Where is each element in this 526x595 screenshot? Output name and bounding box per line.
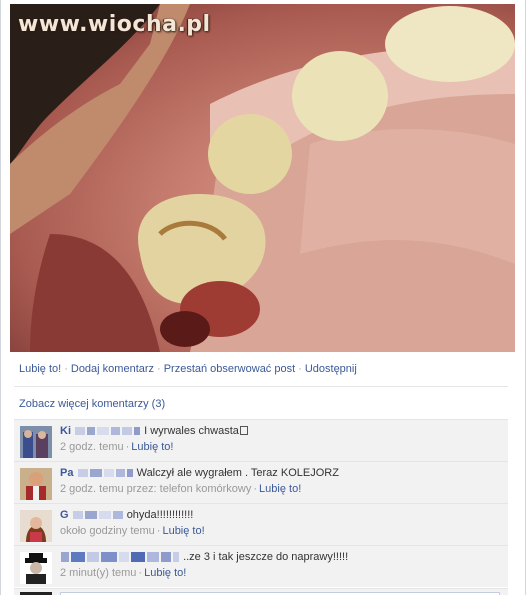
comment-author[interactable]: Ki — [60, 425, 71, 437]
avatar-photo-icon — [20, 552, 52, 584]
comment-like-link[interactable]: Lubię to! — [162, 525, 204, 537]
redaction-pixels — [161, 552, 171, 563]
comment-text: ohyda!!!!!!!!!!!! — [126, 509, 194, 521]
redaction-pixels — [122, 427, 133, 436]
comment-author[interactable]: Pa — [60, 467, 73, 479]
comment-item: G ohyda!!!!!!!!!!!! około godziny temu · L… — [14, 503, 508, 545]
redaction-pixels — [75, 427, 86, 436]
comment-like-link[interactable]: Lubię to! — [131, 441, 173, 453]
avatar-photo-icon — [20, 510, 52, 542]
avatar[interactable] — [20, 426, 52, 458]
separator: · — [125, 441, 130, 453]
comment-meta: 2 godz. temu przez: telefon komórkowy · Lu… — [60, 483, 301, 495]
unfollow-post-link[interactable]: Przestań obserwować post — [164, 363, 295, 375]
share-link[interactable]: Udostępnij — [305, 363, 357, 375]
comment-like-link[interactable]: Lubię to! — [144, 567, 186, 579]
emoji-box-icon — [239, 426, 248, 435]
avatar-photo-icon — [20, 426, 52, 458]
comment-time[interactable]: około godziny temu — [60, 525, 155, 537]
redaction-pixels — [134, 427, 141, 436]
redaction-pixels — [131, 552, 145, 563]
photo-illustration — [10, 4, 515, 352]
redaction-pixels — [87, 427, 96, 436]
comment-item: ..ze 3 i tak jeszcze do naprawy!!!!! 2 m… — [14, 545, 508, 587]
comment-header: Ki I wyrwales chwasta — [60, 425, 248, 437]
comment-header: ..ze 3 i tak jeszcze do naprawy!!!!! — [60, 551, 348, 563]
add-comment-link[interactable]: Dodaj komentarz — [71, 363, 154, 375]
post-photo[interactable]: www.wiocha.pl — [10, 4, 515, 352]
redaction-pixels — [103, 469, 114, 478]
comment-item: Pa Walczył ale wygrałem . Teraz KOLEJORZ… — [14, 461, 508, 503]
separator: · — [253, 483, 258, 495]
redaction-pixels — [71, 552, 85, 563]
redaction-pixels — [87, 552, 99, 563]
redaction-pixels — [126, 469, 133, 478]
comment-time[interactable]: 2 godz. temu przez: telefon komórkowy — [60, 483, 251, 495]
redaction-pixels — [119, 552, 129, 563]
redaction-pixels — [72, 511, 83, 520]
avatar[interactable] — [20, 468, 52, 500]
separator: · — [298, 363, 302, 375]
redaction-pixels — [112, 511, 123, 520]
separator: · — [138, 567, 143, 579]
divider — [14, 386, 508, 387]
redaction-pixels — [89, 469, 102, 478]
watermark: www.wiocha.pl — [18, 12, 211, 37]
comment-text: ..ze 3 i tak jeszcze do naprawy!!!!! — [183, 551, 349, 563]
comment-text: I wyrwales chwasta — [144, 425, 239, 437]
avatar-photo-icon — [20, 468, 52, 500]
comment-like-link[interactable]: Lubię to! — [259, 483, 301, 495]
comment-time[interactable]: 2 minut(y) temu — [60, 567, 136, 579]
redaction-pixels — [115, 469, 125, 478]
redaction-pixels — [77, 469, 88, 478]
view-more-comments-link[interactable]: Zobacz więcej komentarzy (3) — [19, 398, 165, 410]
comment-header: Pa Walczył ale wygrałem . Teraz KOLEJORZ — [60, 467, 339, 479]
separator: · — [157, 363, 161, 375]
redaction-pixels — [98, 511, 111, 520]
redaction-pixels — [147, 552, 159, 563]
comment-text: Walczył ale wygrałem . Teraz KOLEJORZ — [136, 467, 339, 479]
redaction-pixels — [61, 552, 69, 563]
redaction-pixels — [101, 552, 117, 563]
avatar[interactable] — [20, 552, 52, 584]
comment-meta: 2 godz. temu · Lubię to! — [60, 441, 173, 453]
separator: · — [156, 525, 161, 537]
separator: · — [64, 363, 68, 375]
reply-composer — [14, 588, 508, 595]
redaction-pixels — [111, 427, 121, 436]
comment-meta: około godziny temu · Lubię to! — [60, 525, 205, 537]
redaction-pixels — [84, 511, 97, 520]
redaction-pixels — [173, 552, 179, 563]
comment-time[interactable]: 2 godz. temu — [60, 441, 124, 453]
like-link[interactable]: Lubię to! — [19, 363, 61, 375]
redaction-pixels — [97, 427, 110, 436]
comment-author[interactable]: G — [60, 509, 69, 521]
avatar[interactable] — [20, 510, 52, 542]
comment-item: Ki I wyrwales chwasta 2 godz. temu · Lubię… — [14, 419, 508, 461]
comment-header: G ohyda!!!!!!!!!!!! — [60, 509, 193, 521]
post-actions: Lubię to! · Dodaj komentarz · Przestań obser… — [19, 363, 357, 375]
comment-meta: 2 minut(y) temu · Lubię to! — [60, 567, 186, 579]
